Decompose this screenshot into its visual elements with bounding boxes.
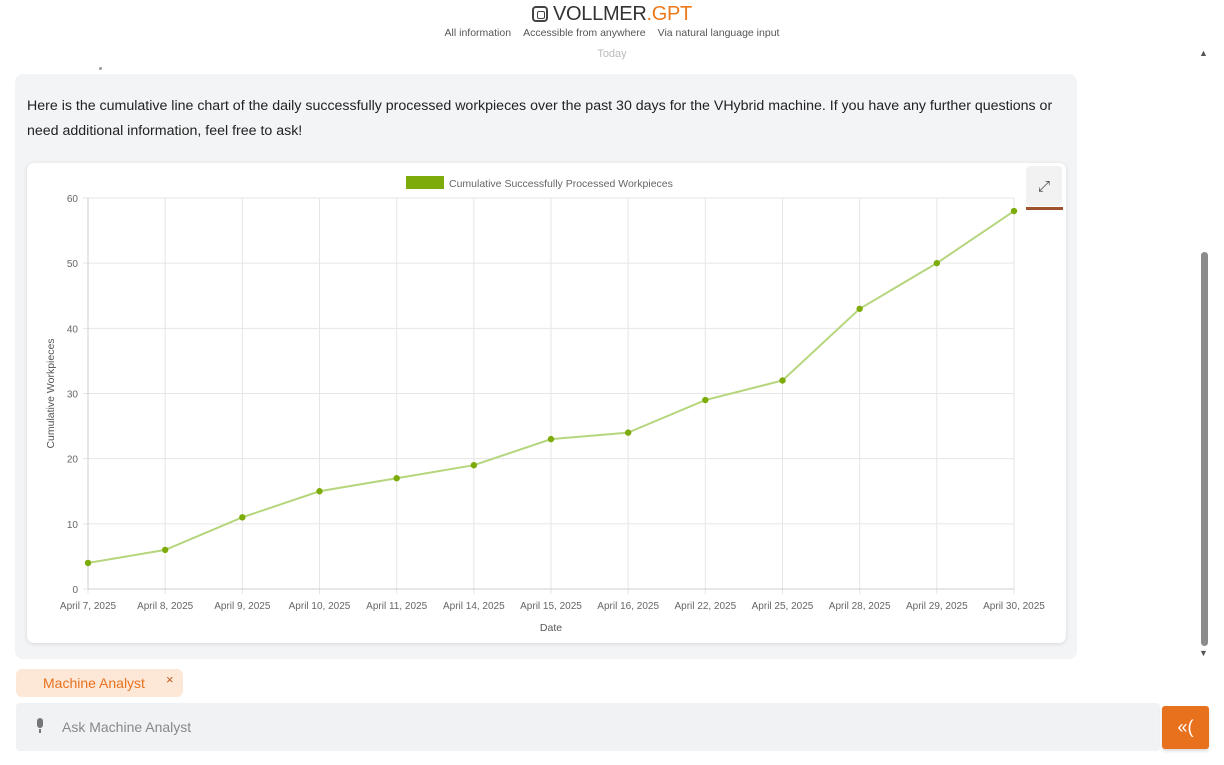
data-point-0 [84, 559, 92, 567]
message-dot [99, 67, 102, 70]
brand-name: VOLLMER [553, 2, 647, 25]
date-separator: Today [597, 48, 627, 60]
tagline-2: Accessible from anywhere [523, 27, 646, 39]
expand-underline [1026, 207, 1063, 210]
x-tick-label-8: April 22, 2025 [674, 601, 736, 612]
x-tick-label-2: April 9, 2025 [214, 601, 271, 612]
y-tick-label-1: 10 [67, 520, 79, 531]
x-tick-label-0: April 7, 2025 [60, 601, 117, 612]
tagline-3: Via natural language input [657, 27, 780, 39]
data-point-3 [316, 488, 323, 495]
scroll-up-icon[interactable]: ▲ [1199, 48, 1208, 58]
data-point-9 [779, 377, 786, 384]
y-tick-label-0: 0 [72, 585, 78, 596]
x-tick-label-9: April 25, 2025 [752, 601, 814, 612]
data-point-11 [933, 259, 941, 267]
x-axis-label: Date [540, 622, 562, 634]
x-tick-label-6: April 15, 2025 [520, 601, 582, 612]
microphone-icon[interactable] [35, 718, 45, 736]
y-tick-label-6: 60 [67, 194, 79, 205]
expand-icon[interactable]: ⤢ [1026, 166, 1062, 206]
data-point-5 [470, 461, 478, 469]
y-tick-label-4: 40 [67, 324, 79, 335]
x-tick-label-4: April 11, 2025 [366, 601, 427, 612]
x-tick-label-1: April 8, 2025 [137, 601, 194, 612]
data-point-1 [161, 546, 169, 554]
chart-card: 0 10 20 30 40 50 60 April 7, 2025 April 8, 2025 A… [27, 163, 1066, 643]
legend-label: Cumulative Successfully Processed Workpi… [449, 178, 673, 190]
data-point-2 [239, 514, 246, 521]
send-button[interactable]: «( [1162, 706, 1209, 749]
x-tick-label-3: April 10, 2025 [289, 601, 351, 612]
taglines: All information Accessible from anywhere… [0, 27, 1224, 39]
message-text: Here is the cumulative line chart of the… [27, 98, 1053, 139]
y-tick-label-5: 50 [67, 259, 79, 270]
agent-chip[interactable]: Machine Analyst × [16, 669, 183, 697]
x-tick-label-7: April 16, 2025 [597, 601, 659, 612]
legend-swatch [406, 176, 444, 189]
chat-input-bar [16, 703, 1160, 751]
assistant-message: Here is the cumulative line chart of the… [15, 74, 1077, 659]
chat-input[interactable] [62, 715, 1142, 739]
brand-logo: VOLLMER.GPT [0, 3, 1224, 25]
x-tick-label-12: April 30, 2025 [983, 601, 1045, 612]
x-tick-label-10: April 28, 2025 [829, 601, 891, 612]
y-tick-label-3: 30 [67, 390, 79, 401]
data-point-8 [702, 396, 709, 404]
data-point-6 [547, 435, 555, 443]
scrollbar-thumb[interactable] [1201, 252, 1208, 646]
close-icon[interactable]: × [166, 672, 174, 687]
app-window: VOLLMER.GPT All information Accessible f… [0, 0, 1224, 765]
data-point-7 [624, 429, 632, 436]
line-chart: 0 10 20 30 40 50 60 April 7, 2025 April 8, 2025 A… [45, 176, 1045, 634]
brand-cube-icon [532, 6, 548, 22]
brand-suffix: .GPT [646, 2, 693, 25]
y-tick-label-2: 20 [67, 455, 79, 466]
data-point-10 [856, 305, 863, 312]
header: VOLLMER.GPT All information Accessible f… [0, 0, 1224, 64]
scroll-down-icon[interactable]: ▼ [1199, 648, 1208, 658]
x-tick-label-11: April 29, 2025 [906, 601, 968, 612]
x-tick-label-5: April 14, 2025 [443, 601, 505, 612]
data-point-4 [393, 475, 400, 482]
data-point-12 [1010, 207, 1018, 215]
agent-chip-label: Machine Analyst [43, 675, 145, 691]
y-axis-label: Cumulative Workpieces [45, 338, 57, 448]
tagline-1: All information [444, 27, 512, 39]
